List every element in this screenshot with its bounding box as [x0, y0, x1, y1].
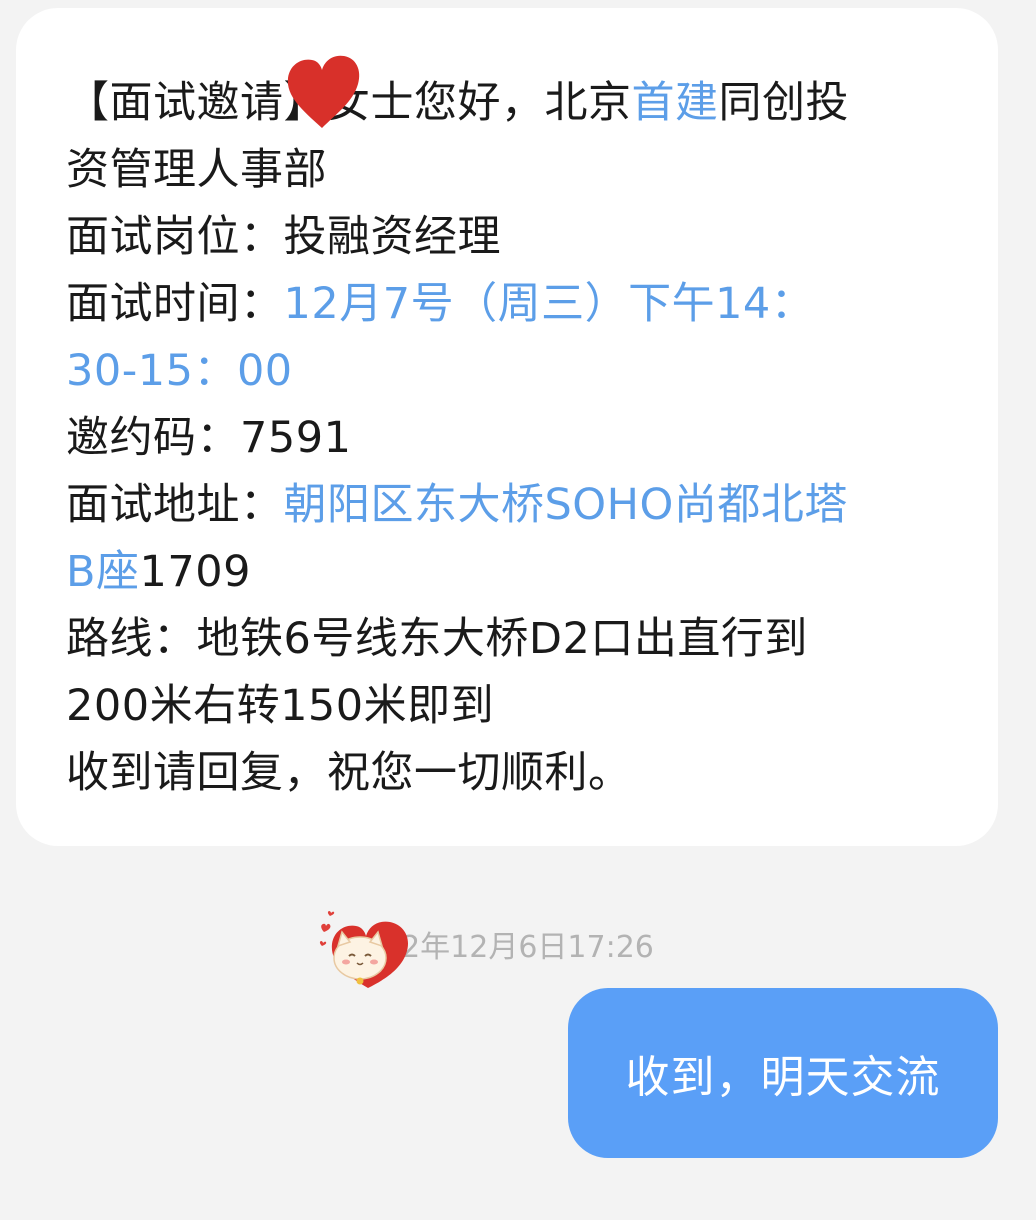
message-line: 面试岗位：投融资经理 [66, 212, 501, 262]
message-timestamp: 22年12月6日17:26 [382, 930, 654, 965]
datetime-link[interactable]: 30-15：00 [66, 338, 950, 405]
message-line: B座1709 [66, 539, 950, 606]
outgoing-message-bubble[interactable]: 收到，明天交流 [568, 988, 998, 1158]
message-text: 同创投 [718, 78, 849, 128]
cat-heart-sticker-icon [319, 911, 409, 988]
red-heart-sticker-icon [287, 55, 360, 128]
message-text: 面试地址： [66, 480, 284, 530]
message-line: 【面试邀请】女士您好，北京首建同创投 [66, 70, 950, 137]
message-text: 1709 [139, 547, 251, 597]
address-link[interactable]: B座 [66, 547, 140, 597]
message-line: 资管理人事部 [66, 145, 327, 195]
message-text: 女士您好，北京 [327, 78, 632, 128]
datetime-link[interactable]: 12月7号（周三）下午14： [284, 279, 815, 329]
incoming-message-bubble[interactable]: 【面试邀请】女士您好，北京首建同创投 资管理人事部 面试岗位：投融资经理 面试时… [16, 8, 998, 846]
outgoing-message-text: 收到，明天交流 [625, 1052, 941, 1103]
message-line: 面试地址：朝阳区东大桥SOHO尚都北塔 [66, 472, 950, 539]
message-line: 面试时间：12月7号（周三）下午14： [66, 271, 950, 338]
message-line: 收到请回复，祝您一切顺利。 [66, 748, 632, 798]
address-link[interactable]: 朝阳区东大桥SOHO尚都北塔 [284, 480, 848, 530]
message-line: 200米右转150米即到 [66, 681, 495, 731]
company-link[interactable]: 首建 [632, 78, 719, 128]
message-line: 邀约码：7591 [66, 413, 352, 463]
message-text: 面试时间： [66, 279, 284, 329]
message-line: 路线：地铁6号线东大桥D2口出直行到 [66, 614, 808, 664]
